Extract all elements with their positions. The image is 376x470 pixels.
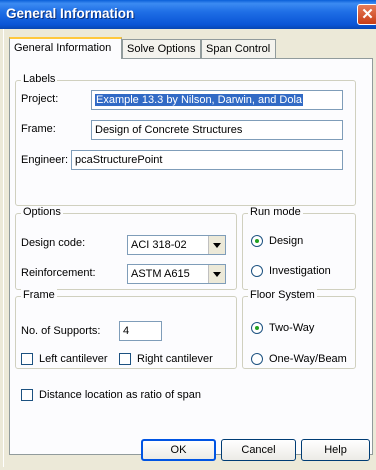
project-label: Project: [21, 93, 59, 105]
reinforcement-select[interactable]: ASTM A615 [127, 264, 226, 284]
dialog-client: General Information Solve Options Span C… [3, 29, 374, 467]
distance-ratio-label[interactable]: Distance location as ratio of span [39, 389, 201, 401]
tab-panel: Labels Project: Example 13.3 by Nilson, … [9, 58, 373, 455]
right-cantilever-checkbox[interactable] [119, 353, 131, 365]
tab-span-control[interactable]: Span Control [201, 39, 276, 58]
project-input[interactable]: Example 13.3 by Nilson, Darwin, and Dola [91, 90, 343, 110]
design-radio[interactable] [251, 235, 263, 247]
cancel-button[interactable]: Cancel [221, 439, 296, 461]
right-cantilever-label[interactable]: Right cantilever [137, 353, 213, 365]
title-bar[interactable]: General Information ✕ [0, 0, 376, 29]
reinforcement-dropdown-button[interactable] [208, 265, 225, 283]
floor-system-legend: Floor System [248, 289, 317, 301]
labels-legend: Labels [21, 73, 58, 85]
tab-solve-options[interactable]: Solve Options [122, 39, 201, 58]
chevron-down-icon [213, 243, 221, 248]
left-cantilever-label[interactable]: Left cantilever [39, 353, 107, 365]
design-code-value: ACI 318-02 [131, 239, 187, 251]
two-way-radio[interactable] [251, 322, 263, 334]
close-icon[interactable]: ✕ [357, 4, 376, 25]
project-value: Example 13.3 by Nilson, Darwin, and Dola [95, 94, 304, 106]
supports-label: No. of Supports: [21, 325, 101, 337]
one-way-beam-radio[interactable] [251, 353, 263, 365]
radio-selected-dot [255, 239, 259, 243]
run-mode-legend: Run mode [248, 206, 303, 218]
frame-input[interactable]: Design of Concrete Structures [91, 120, 343, 140]
engineer-input[interactable]: pcaStructurePoint [71, 150, 343, 170]
two-way-radio-label[interactable]: Two-Way [269, 322, 314, 334]
supports-input[interactable]: 4 [119, 321, 162, 341]
help-button[interactable]: Help [301, 439, 370, 461]
engineer-label: Engineer: [21, 154, 69, 166]
run-mode-group: Run mode [242, 206, 356, 290]
reinforcement-label: Reinforcement: [21, 267, 96, 279]
window-title: General Information [6, 6, 135, 21]
radio-selected-dot [255, 326, 259, 330]
one-way-beam-radio-label[interactable]: One-Way/Beam [269, 353, 347, 365]
left-cantilever-checkbox[interactable] [21, 353, 33, 365]
design-code-label: Design code: [21, 237, 86, 249]
reinforcement-value: ASTM A615 [131, 268, 190, 280]
ok-button[interactable]: OK [141, 439, 216, 461]
design-code-select[interactable]: ACI 318-02 [127, 235, 226, 255]
investigation-radio[interactable] [251, 265, 263, 277]
options-legend: Options [21, 206, 63, 218]
frame-legend: Frame [21, 289, 57, 301]
chevron-down-icon [213, 272, 221, 277]
design-code-dropdown-button[interactable] [208, 236, 225, 254]
distance-ratio-checkbox[interactable] [21, 389, 33, 401]
investigation-radio-label[interactable]: Investigation [269, 265, 331, 277]
frame-label: Frame: [21, 123, 56, 135]
design-radio-label[interactable]: Design [269, 235, 303, 247]
dialog-window: General Information ✕ General Informatio… [0, 0, 376, 470]
tab-general-information[interactable]: General Information [9, 37, 122, 59]
